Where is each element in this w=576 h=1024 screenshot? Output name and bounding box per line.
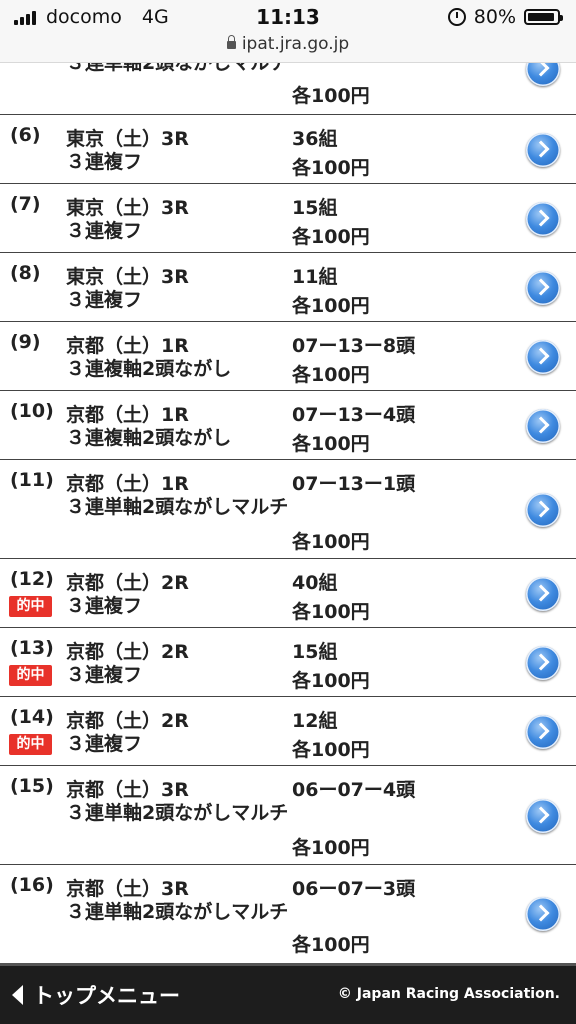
amount: 各100円 — [292, 433, 370, 455]
combination: 36組 — [292, 128, 338, 150]
chevron-right-icon[interactable] — [526, 340, 560, 374]
item-number: (12) — [10, 568, 54, 590]
list-item[interactable]: (16) 京都（土）3R ３連単軸2頭ながしマルチ 06ー07ー3頭 各100円 — [0, 865, 576, 963]
alarm-icon — [447, 8, 466, 26]
bet-type: ３連複フ — [66, 733, 143, 755]
copyright: © Japan Racing Association. — [337, 986, 560, 1002]
item-number: (14) — [10, 706, 54, 728]
chevron-right-icon[interactable] — [526, 799, 560, 833]
list-item[interactable]: (8) 東京（土）3R ３連複フ 11組 各100円 — [0, 253, 576, 322]
chevron-right-icon[interactable] — [526, 271, 560, 305]
item-number: (15) — [10, 775, 54, 797]
bet-list: ３連単軸2頭ながしマルチ 各100円 (6) 東京（土）3R ３連複フ 36組 … — [0, 0, 576, 1024]
chevron-right-icon[interactable] — [526, 715, 560, 749]
list-item[interactable]: (15) 京都（土）3R ３連単軸2頭ながしマルチ 06ー07ー4頭 各100円 — [0, 766, 576, 865]
chevron-right-icon[interactable] — [526, 409, 560, 443]
list-item[interactable]: (14) 的中 京都（土）2R ３連複フ 12組 各100円 — [0, 697, 576, 766]
amount: 各100円 — [292, 295, 370, 317]
combination: 06ー07ー3頭 — [292, 878, 416, 900]
chevron-right-icon[interactable] — [526, 202, 560, 236]
bet-type: ３連複フ — [66, 664, 143, 686]
item-number: (9) — [10, 331, 41, 353]
chevron-right-icon[interactable] — [526, 577, 560, 611]
amount: 各100円 — [292, 85, 370, 107]
combination: 15組 — [292, 197, 338, 219]
url-text: ipat.jra.go.jp — [241, 34, 350, 54]
item-number: (7) — [10, 193, 41, 215]
item-number: (16) — [10, 874, 54, 896]
list-item[interactable]: (12) 的中 京都（土）2R ３連複フ 40組 各100円 — [0, 559, 576, 628]
combination: 12組 — [292, 710, 338, 732]
item-number: (11) — [10, 469, 54, 491]
chevron-right-icon[interactable] — [526, 646, 560, 680]
chevron-right-icon[interactable] — [526, 897, 560, 931]
status-right: 80% — [447, 6, 563, 28]
combination: 11組 — [292, 266, 338, 288]
url-bar[interactable]: ipat.jra.go.jp — [0, 34, 576, 54]
hit-badge: 的中 — [9, 734, 52, 755]
item-number: (8) — [10, 262, 41, 284]
bet-type: ３連単軸2頭ながしマルチ — [66, 802, 289, 824]
item-number: (6) — [10, 124, 41, 146]
combination: 06ー07ー4頭 — [292, 779, 416, 801]
amount: 各100円 — [292, 934, 370, 956]
combination: 07ー13ー1頭 — [292, 473, 416, 495]
hit-badge: 的中 — [9, 665, 52, 686]
combination: 07ー13ー4頭 — [292, 404, 416, 426]
list-item[interactable]: (11) 京都（土）1R ３連単軸2頭ながしマルチ 07ー13ー1頭 各100円 — [0, 460, 576, 559]
amount: 各100円 — [292, 837, 370, 859]
chevron-right-icon[interactable] — [526, 133, 560, 167]
amount: 各100円 — [292, 226, 370, 248]
amount: 各100円 — [292, 739, 370, 761]
back-arrow-icon — [12, 985, 23, 1005]
lock-icon — [226, 35, 236, 49]
amount: 各100円 — [292, 601, 370, 623]
item-number: (10) — [10, 400, 54, 422]
bet-type: ３連単軸2頭ながしマルチ — [66, 496, 289, 518]
amount: 各100円 — [292, 364, 370, 386]
battery-icon — [524, 9, 563, 25]
bet-type: ３連複軸2頭ながし — [66, 427, 232, 449]
item-number: (13) — [10, 637, 54, 659]
top-menu-link[interactable]: トップメニュー — [12, 980, 180, 1010]
status-bar: docomo 4G 11:13 80% ipat.jra.go.jp — [0, 0, 576, 63]
list-item[interactable]: (10) 京都（土）1R ３連複軸2頭ながし 07ー13ー4頭 各100円 — [0, 391, 576, 460]
hit-badge: 的中 — [9, 596, 52, 617]
combination: 07ー13ー8頭 — [292, 335, 416, 357]
bet-type: ３連単軸2頭ながしマルチ — [66, 901, 289, 923]
amount: 各100円 — [292, 531, 370, 553]
list-item[interactable]: (7) 東京（土）3R ３連複フ 15組 各100円 — [0, 184, 576, 253]
bet-type: ３連複フ — [66, 220, 143, 242]
amount: 各100円 — [292, 157, 370, 179]
top-menu-label: トップメニュー — [33, 984, 180, 1008]
chevron-right-icon[interactable] — [526, 493, 560, 527]
bet-type: ３連複フ — [66, 151, 143, 173]
bet-type: ３連複フ — [66, 595, 143, 617]
list-item[interactable]: (6) 東京（土）3R ３連複フ 36組 各100円 — [0, 115, 576, 184]
list-item[interactable]: (9) 京都（土）1R ３連複軸2頭ながし 07ー13ー8頭 各100円 — [0, 322, 576, 391]
combination: 15組 — [292, 641, 338, 663]
bet-type: ３連複フ — [66, 289, 143, 311]
bet-type: ３連複軸2頭ながし — [66, 358, 232, 380]
amount: 各100円 — [292, 670, 370, 692]
battery-percent: 80% — [473, 6, 516, 28]
list-item[interactable]: (13) 的中 京都（土）2R ３連複フ 15組 各100円 — [0, 628, 576, 697]
footer-bar: トップメニュー © Japan Racing Association. — [0, 963, 576, 1024]
combination: 40組 — [292, 572, 338, 594]
